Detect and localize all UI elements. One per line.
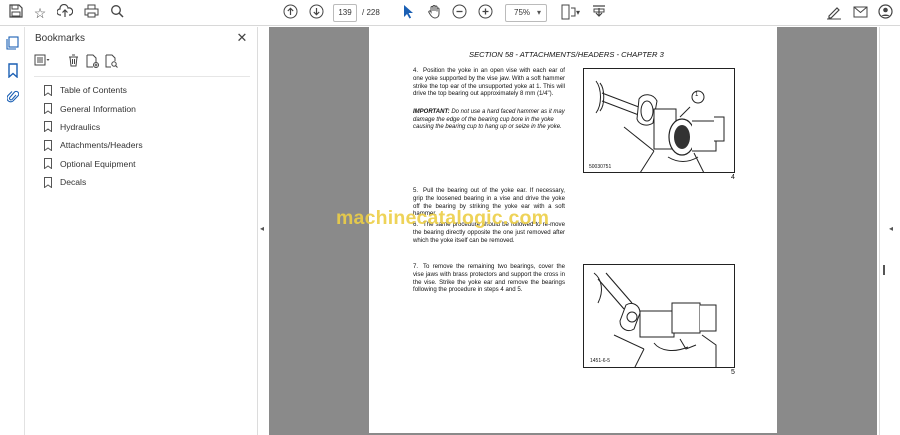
bookmark-label: Optional Equipment	[60, 158, 136, 169]
important-label: IMPORTANT:	[413, 109, 450, 115]
step-text: To remove the remaining two bearings, co…	[413, 263, 565, 294]
bookmark-label: Decals	[60, 177, 87, 188]
expand-right-panel-icon[interactable]: ◂	[889, 224, 893, 233]
important-note: IMPORTANT: Do not use a hard faced hamme…	[413, 109, 565, 132]
panel-title: Bookmarks	[35, 33, 86, 44]
step-text: Position the yoke in an open vise with e…	[413, 67, 565, 98]
watermark-text: machinecatalogic.com	[336, 207, 550, 229]
bookmarks-panel: Bookmarks ✕ Table of Contents General In…	[26, 27, 258, 435]
upload-cloud-icon[interactable]	[56, 3, 74, 22]
driveshaft-vise-drawing	[595, 80, 725, 172]
figure-5-illustration: 1451-6-5	[583, 264, 735, 368]
bookmark-table-of-contents[interactable]: Table of Contents	[43, 81, 143, 99]
star-icon[interactable]: ☆	[31, 4, 49, 22]
zoom-out-icon[interactable]	[450, 4, 468, 22]
zoom-in-icon[interactable]	[476, 4, 494, 22]
figure-number: 5	[731, 369, 735, 376]
figure-code: 50030751	[589, 164, 612, 170]
account-icon[interactable]	[876, 4, 894, 22]
bookmark-label: Table of Contents	[60, 85, 127, 96]
bookmark-label: Attachments/Headers	[60, 140, 143, 151]
bookmark-list: Table of Contents General Information Hy…	[43, 81, 143, 191]
close-panel-icon[interactable]: ✕	[235, 30, 249, 46]
page-fit-dropdown-icon[interactable]: ▾	[574, 4, 582, 22]
find-bookmark-icon[interactable]	[103, 54, 119, 70]
step-number: 7.	[413, 263, 419, 270]
bookmark-label: General Information	[60, 103, 136, 114]
bookmark-icon	[44, 158, 52, 170]
figure-callout: 1	[695, 92, 699, 98]
delete-bookmark-icon[interactable]	[65, 54, 81, 70]
scrollbar-thumb[interactable]	[883, 265, 885, 275]
document-viewer[interactable]: SECTION 58 - ATTACHMENTS/HEADERS - CHAPT…	[269, 27, 877, 435]
panel-divider	[34, 76, 250, 77]
page-thumbnails-icon[interactable]	[4, 36, 21, 53]
signature-pen-icon[interactable]	[825, 4, 843, 22]
search-zoom-icon[interactable]	[108, 4, 126, 22]
bookmark-icon	[44, 139, 52, 151]
document-page: SECTION 58 - ATTACHMENTS/HEADERS - CHAPT…	[369, 27, 777, 433]
bookmark-icon	[44, 176, 52, 188]
step-7-paragraph: 7. To remove the remaining two bearings, …	[413, 263, 565, 294]
figure-number: 4	[731, 174, 735, 181]
bookmark-icon	[44, 121, 52, 133]
bookmark-icon	[44, 84, 52, 96]
page-total: / 228	[362, 8, 380, 17]
attachments-paperclip-icon[interactable]	[4, 89, 21, 106]
figure-4-illustration: 50030751 1	[583, 68, 735, 173]
bookmark-hydraulics[interactable]: Hydraulics	[43, 118, 143, 136]
collapse-panel-handle-icon[interactable]: ◂	[260, 224, 264, 233]
scroll-mode-icon[interactable]	[590, 4, 608, 22]
print-icon[interactable]	[82, 4, 100, 22]
step-number: 5.	[413, 187, 419, 194]
bookmark-decals[interactable]: Decals	[43, 173, 143, 191]
bookmark-general-information[interactable]: General Information	[43, 99, 143, 117]
next-page-icon[interactable]	[307, 4, 325, 22]
previous-page-icon[interactable]	[281, 4, 299, 22]
step-4-paragraph: 4. Position the yoke in an open vise with…	[413, 67, 565, 98]
bookmark-label: Hydraulics	[60, 121, 101, 132]
email-icon[interactable]	[851, 4, 869, 22]
main-toolbar: ☆ 139 / 228 75% ▾ ▾	[0, 0, 900, 26]
section-header: SECTION 58 - ATTACHMENTS/HEADERS - CHAPT…	[469, 50, 664, 59]
bearing-removal-drawing	[593, 272, 717, 367]
page-number-input[interactable]: 139	[333, 4, 357, 22]
figure-code: 1451-6-5	[590, 358, 611, 364]
bookmark-optional-equipment[interactable]: Optional Equipment	[43, 155, 143, 173]
step-number: 4.	[413, 67, 419, 74]
bookmark-icon	[44, 103, 52, 115]
save-icon[interactable]	[7, 4, 25, 22]
select-cursor-icon[interactable]	[399, 4, 417, 22]
hand-tool-icon[interactable]	[425, 4, 443, 22]
add-bookmark-icon[interactable]	[84, 54, 100, 70]
left-navigation-rail	[0, 27, 25, 435]
chevron-down-icon[interactable]: ▾	[537, 4, 541, 22]
bookmark-attachments-headers[interactable]: Attachments/Headers	[43, 136, 143, 154]
bookmarks-icon[interactable]	[4, 63, 21, 80]
options-menu-icon[interactable]	[34, 54, 50, 70]
